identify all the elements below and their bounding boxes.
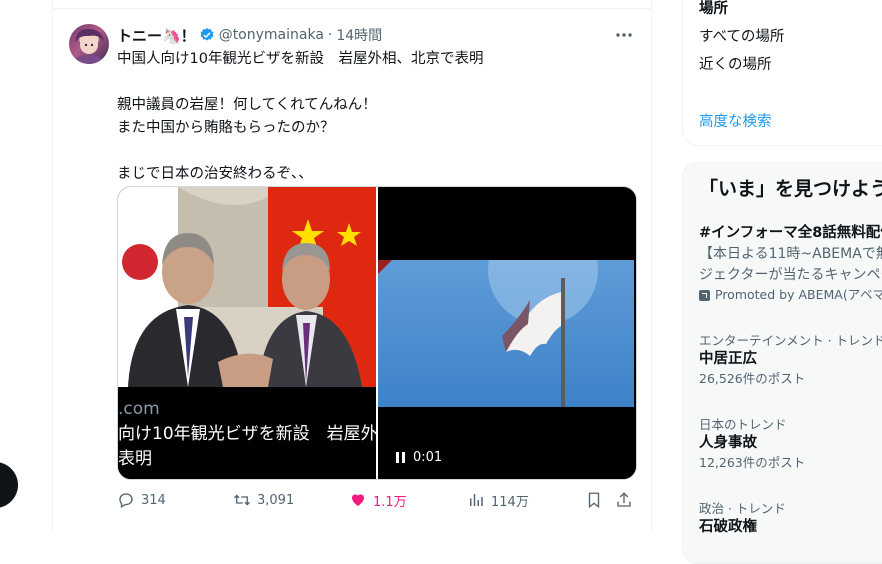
trend-meta: エンターテインメント · トレンド xyxy=(699,333,882,348)
trends-title: 「いま」を見つけよう xyxy=(699,178,882,200)
video-timestamp: 0:01 xyxy=(396,450,442,465)
more-options-button[interactable] xyxy=(613,26,635,44)
card-photo xyxy=(118,187,376,387)
timeline-column: トニー🦄！ @tonymainaka · 14時間 中国人向け10年観光ビザを新… xyxy=(52,0,652,532)
trend-meta: 政治 · トレンド xyxy=(699,501,786,516)
tweet-header: トニー🦄！ @tonymainaka · 14時間 xyxy=(117,24,382,46)
reply-button[interactable]: 314 xyxy=(117,488,166,512)
tweet-text-line: また中国から賄賂もらったのか？ xyxy=(117,120,335,136)
trend-name: 人身事故 xyxy=(699,435,757,451)
promoted-trend-name: #インフォーマ全8話無料配信 xyxy=(699,225,882,241)
card-title-line: 向け10年観光ビザを新設 岩屋外 xyxy=(118,424,376,444)
promoted-line: 【本日よる11時~ABEMAで無料 xyxy=(699,246,882,262)
tweet-text-line: 中国人向け10年観光ビザを新設 岩屋外相、北京で表明 xyxy=(117,51,484,67)
retweet-button[interactable]: 3,091 xyxy=(233,488,294,512)
card-title: 向け10年観光ビザを新設 岩屋外 表明 xyxy=(118,422,376,472)
link-card[interactable]: .com 向け10年観光ビザを新設 岩屋外 表明 xyxy=(118,187,376,479)
share-button[interactable] xyxy=(615,488,639,512)
tweet-actions: 314 3,091 1.1万 114万 xyxy=(117,488,637,512)
separator-dot: · xyxy=(327,27,333,43)
verified-badge-icon xyxy=(200,28,214,41)
tweet-text-line: まじで日本の治安終わるぞ、、 xyxy=(117,166,313,182)
tweet-divider xyxy=(53,8,651,9)
nearby-option[interactable]: 近くの場所 xyxy=(699,53,772,74)
analytics-icon xyxy=(470,494,483,506)
trend-count: 26,526件のポスト xyxy=(699,371,806,386)
video-frame xyxy=(378,260,636,407)
tweet-media: .com 向け10年観光ビザを新設 岩屋外 表明 0:01 xyxy=(117,186,637,480)
more-dots-icon xyxy=(616,33,632,37)
display-name[interactable]: トニー🦄！ xyxy=(117,25,196,46)
share-icon xyxy=(617,492,631,507)
promoted-label: Promoted by ABEMA(アベマ) xyxy=(699,286,882,304)
trend-item[interactable]: 日本のトレンド 人身事故 12,263件のポスト xyxy=(699,417,805,472)
search-filters-panel: 場所 すべての場所 近くの場所 高度な検索 xyxy=(682,0,882,146)
trends-panel: 「いま」を見つけよう #インフォーマ全8話無料配信 【本日よる11時~ABEMA… xyxy=(682,162,882,564)
card-title-line: 表明 xyxy=(118,449,152,469)
all-locations-option[interactable]: すべての場所 xyxy=(699,25,784,46)
floating-button[interactable] xyxy=(0,462,18,508)
reply-icon xyxy=(119,493,133,508)
trend-item[interactable]: 政治 · トレンド 石破政権 xyxy=(699,501,786,538)
trend-name: 中居正広 xyxy=(699,351,757,367)
promoted-line: ジェクターが当たるキャンペーン xyxy=(699,267,882,283)
timestamp[interactable]: 14時間 xyxy=(336,25,382,45)
retweet-count: 3,091 xyxy=(257,492,295,508)
tweet-text-line: 親中議員の岩屋！何してくれてんねん！ xyxy=(117,97,377,113)
handle[interactable]: @tonymainaka xyxy=(219,27,324,43)
tweet-text: 中国人向け10年観光ビザを新設 岩屋外相、北京で表明 親中議員の岩屋！何してくれ… xyxy=(117,48,637,186)
video-time-label: 0:01 xyxy=(413,450,443,465)
promoted-icon xyxy=(699,289,710,301)
view-count: 114万 xyxy=(491,494,529,510)
like-button[interactable]: 1.1万 xyxy=(349,488,407,512)
advanced-search-link[interactable]: 高度な検索 xyxy=(699,110,772,131)
promoted-trend[interactable]: #インフォーマ全8話無料配信 【本日よる11時~ABEMAで無料 ジェクターが当… xyxy=(699,223,882,304)
avatar[interactable] xyxy=(69,24,109,64)
trend-meta: 日本のトレンド xyxy=(699,417,787,432)
heart-icon xyxy=(352,494,364,506)
reply-count: 314 xyxy=(141,492,166,508)
promoted-by-text: Promoted by ABEMA(アベマ) xyxy=(715,287,882,302)
retweet-icon xyxy=(234,494,250,506)
trend-name: 石破政権 xyxy=(699,519,757,535)
bookmark-button[interactable] xyxy=(585,488,609,512)
trend-item[interactable]: エンターテインメント · トレンド 中居正広 26,526件のポスト xyxy=(699,333,882,388)
card-domain: .com xyxy=(118,399,160,419)
location-header: 場所 xyxy=(699,1,728,17)
views-button[interactable]: 114万 xyxy=(467,488,529,512)
right-sidebar: 場所 すべての場所 近くの場所 高度な検索 「いま」を見つけよう #インフォーマ… xyxy=(682,0,882,564)
trend-count: 12,263件のポスト xyxy=(699,455,806,470)
bookmark-icon xyxy=(588,492,600,509)
video-player[interactable]: 0:01 xyxy=(378,187,636,479)
pause-icon[interactable] xyxy=(396,452,405,463)
like-count: 1.1万 xyxy=(373,494,407,510)
